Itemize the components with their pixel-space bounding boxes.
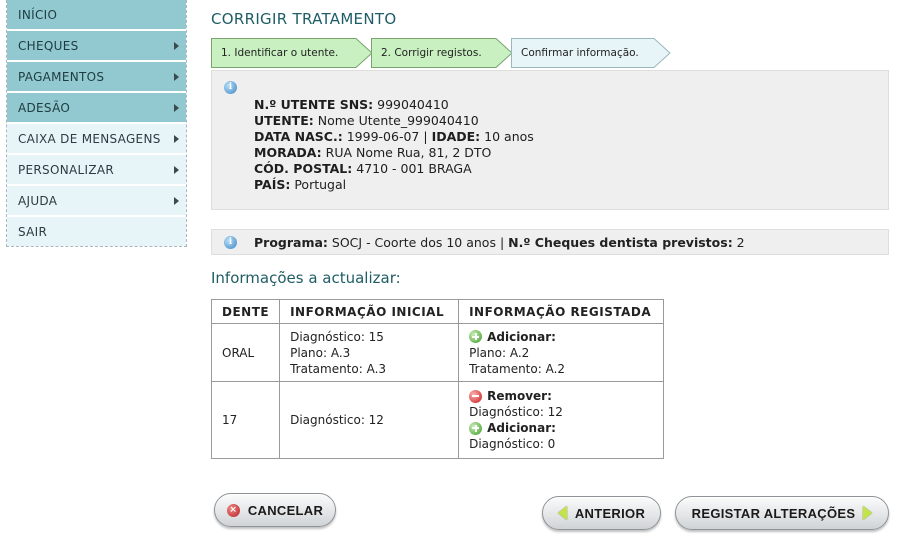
cell-initial-info: Diagnóstico: 15 Plano: A.3 Tratamento: A… bbox=[279, 323, 460, 382]
step-confirmar-informacao: Confirmar informação. bbox=[511, 38, 671, 68]
sidebar-item-label: AJUDA bbox=[18, 193, 58, 208]
arrow-left-icon bbox=[557, 506, 567, 520]
patient-info-box: i N.º UTENTE SNS: 999040410 UTENTE: Nome… bbox=[211, 70, 889, 210]
cancel-button[interactable]: × CANCELAR bbox=[214, 493, 336, 527]
table-row: ORAL Diagnóstico: 15 Plano: A.3 Tratamen… bbox=[210, 323, 665, 382]
column-header-informacao-inicial: INFORMAÇÃO INICIAL bbox=[279, 299, 460, 324]
program-info-box: i Programa: SOCJ - Coorte dos 10 anos | … bbox=[211, 229, 889, 255]
sidebar-item-caixa-de-mensagens[interactable]: CAIXA DE MENSAGENS bbox=[7, 124, 186, 153]
patient-sns: N.º UTENTE SNS: 999040410 bbox=[254, 97, 449, 112]
chevron-right-icon bbox=[174, 41, 179, 50]
sidebar-item-label: PERSONALIZAR bbox=[18, 162, 114, 177]
add-icon bbox=[469, 421, 483, 435]
previous-button[interactable]: ANTERIOR bbox=[542, 496, 661, 530]
column-header-dente: DENTE bbox=[210, 299, 281, 324]
action-add: Adicionar: bbox=[469, 420, 653, 436]
chevron-right-icon bbox=[174, 165, 179, 174]
patient-country: PAÍS: Portugal bbox=[254, 177, 347, 192]
action-add: Adicionar: bbox=[469, 329, 653, 345]
chevron-right-icon bbox=[174, 196, 179, 205]
action-remove: Remover: bbox=[469, 388, 653, 404]
save-changes-button[interactable]: REGISTAR ALTERAÇÕES bbox=[675, 496, 889, 530]
chevron-right-icon bbox=[174, 72, 179, 81]
cell-initial-info: Diagnóstico: 12 bbox=[279, 381, 460, 459]
step-label: Confirmar informação. bbox=[521, 47, 639, 59]
sidebar-item-personalizar[interactable]: PERSONALIZAR bbox=[7, 155, 186, 184]
sidebar-item-label: SAIR bbox=[18, 224, 48, 239]
sidebar-item-sair[interactable]: SAIR bbox=[7, 217, 186, 246]
table-header-row: DENTE INFORMAÇÃO INICIAL INFORMAÇÃO REGI… bbox=[210, 299, 665, 324]
add-icon bbox=[469, 330, 483, 343]
changes-table: DENTE INFORMAÇÃO INICIAL INFORMAÇÃO REGI… bbox=[210, 299, 665, 459]
column-header-informacao-registada: INFORMAÇÃO REGISTADA bbox=[458, 299, 665, 324]
patient-postal-code: CÓD. POSTAL: 4710 - 001 BRAGA bbox=[254, 161, 472, 176]
info-icon: i bbox=[224, 236, 237, 249]
cell-tooth: 17 bbox=[210, 381, 281, 459]
cell-registered-info: Adicionar: Plano: A.2 Tratamento: A.2 bbox=[458, 323, 665, 382]
wizard-steps: 1. Identificar o utente. 2. Corrigir reg… bbox=[211, 38, 891, 68]
patient-name: UTENTE: Nome Utente_999040410 bbox=[254, 113, 479, 128]
cell-tooth: ORAL bbox=[210, 323, 281, 382]
step-corrigir-registos: 2. Corrigir registos. bbox=[371, 38, 513, 68]
sidebar-item-cheques[interactable]: CHEQUES bbox=[7, 31, 186, 60]
chevron-right-icon bbox=[174, 103, 179, 112]
sidebar-item-ajuda[interactable]: AJUDA bbox=[7, 186, 186, 215]
sidebar-item-pagamentos[interactable]: PAGAMENTOS bbox=[7, 62, 186, 91]
arrow-right-icon bbox=[863, 506, 873, 520]
sidebar-item-inicio[interactable]: INÍCIO bbox=[7, 0, 186, 29]
table-row: 17 Diagnóstico: 12 Remover: Diagnóstico:… bbox=[210, 381, 665, 459]
close-icon: × bbox=[226, 503, 240, 517]
step-identificar-utente: 1. Identificar o utente. bbox=[211, 38, 373, 68]
sidebar-item-label: CHEQUES bbox=[18, 38, 79, 53]
step-label: 2. Corrigir registos. bbox=[381, 47, 482, 59]
remove-icon bbox=[469, 389, 483, 403]
patient-address: MORADA: RUA Nome Rua, 81, 2 DTO bbox=[254, 145, 492, 160]
sidebar-item-label: ADESÃO bbox=[18, 100, 71, 115]
info-icon: i bbox=[224, 81, 237, 94]
chevron-right-icon bbox=[174, 134, 179, 143]
sidebar-item-label: PAGAMENTOS bbox=[18, 69, 105, 84]
sidebar-item-label: INÍCIO bbox=[18, 7, 58, 22]
sidebar-item-label: CAIXA DE MENSAGENS bbox=[18, 131, 161, 146]
page-title: CORRIGIR TRATAMENTO bbox=[211, 10, 397, 28]
patient-dob-age: DATA NASC.: 1999-06-07 | IDADE: 10 anos bbox=[254, 129, 534, 144]
cell-registered-info: Remover: Diagnóstico: 12 Adicionar: Diag… bbox=[458, 381, 665, 459]
sidebar-item-adesao[interactable]: ADESÃO bbox=[7, 93, 186, 122]
step-label: 1. Identificar o utente. bbox=[221, 47, 339, 59]
main-content: CORRIGIR TRATAMENTO 1. Identificar o ute… bbox=[210, 0, 891, 459]
section-title: Informações a actualizar: bbox=[211, 269, 401, 287]
sidebar-nav: INÍCIO CHEQUES PAGAMENTOS ADESÃO CAIXA D… bbox=[6, 0, 187, 247]
